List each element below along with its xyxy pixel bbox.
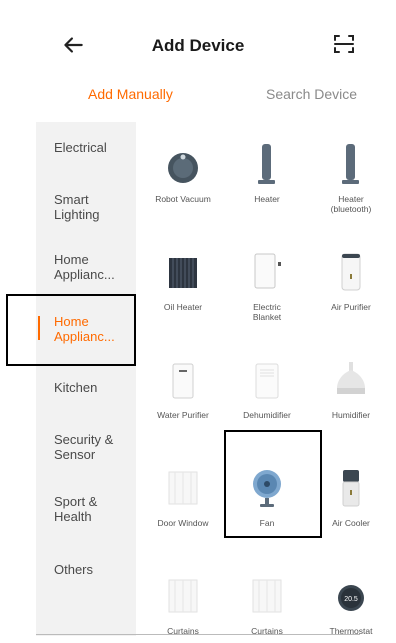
device-curtains[interactable]: Curtains [144,554,222,643]
thermostat-icon: 20.5 [338,585,364,611]
sidebar-item-others[interactable]: Others [54,562,134,577]
tab-bar: Add Manually Search Device [36,80,360,116]
device-label: Electric Blanket [252,302,282,322]
air-purifier-icon [341,253,361,291]
sidebar-item-electrical[interactable]: Electrical [54,140,134,155]
fan-icon [253,470,281,507]
device-robot-vacuum[interactable]: Robot Vacuum [144,122,222,222]
device-label: Air Purifier [331,302,371,312]
device-air-purifier[interactable]: Air Purifier [312,230,390,330]
device-heater-bluetooth[interactable]: Heater (bluetooth) [312,122,390,222]
electric-blanket-icon [254,253,281,289]
device-label: Humidifier [331,410,371,420]
door-window-icon [168,471,198,505]
device-label: Heater (bluetooth) [330,194,372,214]
device-oil-heater[interactable]: Oil Heater [144,230,222,330]
active-indicator [38,316,40,340]
device-thermostat[interactable]: 20.5 Thermostat [312,554,390,643]
device-air-cooler[interactable]: Air Cooler [312,446,390,546]
sidebar-item-sport-health[interactable]: Sport & Health [54,494,134,524]
sidebar-item-kitchen[interactable]: Kitchen [54,380,134,395]
sidebar-item-home-appliances-1[interactable]: Home Applianc... [54,252,134,282]
robot-vacuum-icon [168,153,198,183]
header: Add Device [0,0,396,80]
device-electric-blanket[interactable]: Electric Blanket [228,230,306,330]
sidebar-item-smart-lighting[interactable]: Smart Lighting [54,192,134,222]
device-water-purifier[interactable]: Water Purifier [144,338,222,438]
device-dehumidifier[interactable]: Dehumidifier [228,338,306,438]
tab-search-device[interactable]: Search Device [266,86,357,102]
humidifier-icon [337,362,365,394]
air-cooler-icon [342,470,360,507]
device-label: Dehumidifier [243,410,291,420]
category-sidebar: Electrical Smart Lighting Home Applianc.… [36,122,136,636]
device-label: Water Purifier [157,410,209,420]
dehumidifier-icon [255,363,279,399]
thermostat-display: 20.5 [344,596,358,603]
curtains-icon [252,579,282,613]
device-label: Oil Heater [163,302,203,312]
heater-bluetooth-icon [342,144,359,184]
device-fan[interactable]: Fan [228,446,306,546]
device-label: Door Window [157,518,209,528]
device-humidifier[interactable]: Humidifier [312,338,390,438]
bottom-divider [36,634,360,635]
curtains-icon [168,579,198,613]
tab-add-manually[interactable]: Add Manually [88,86,173,102]
device-curtains[interactable]: Curtains [228,554,306,643]
device-label: Heater [254,194,280,204]
device-label: Air Cooler [332,518,370,528]
device-label: Robot Vacuum [155,194,211,204]
oil-heater-icon [169,258,197,288]
sidebar-item-home-appliances-2[interactable]: Home Applianc... [54,314,134,344]
device-heater[interactable]: Heater [228,122,306,222]
sidebar-item-security-sensor[interactable]: Security & Sensor [54,432,134,462]
heater-icon [258,144,275,184]
scan-icon[interactable] [332,32,356,56]
device-label: Fan [259,518,275,528]
water-purifier-icon [172,363,194,399]
device-door-window[interactable]: Door Window [144,446,222,546]
